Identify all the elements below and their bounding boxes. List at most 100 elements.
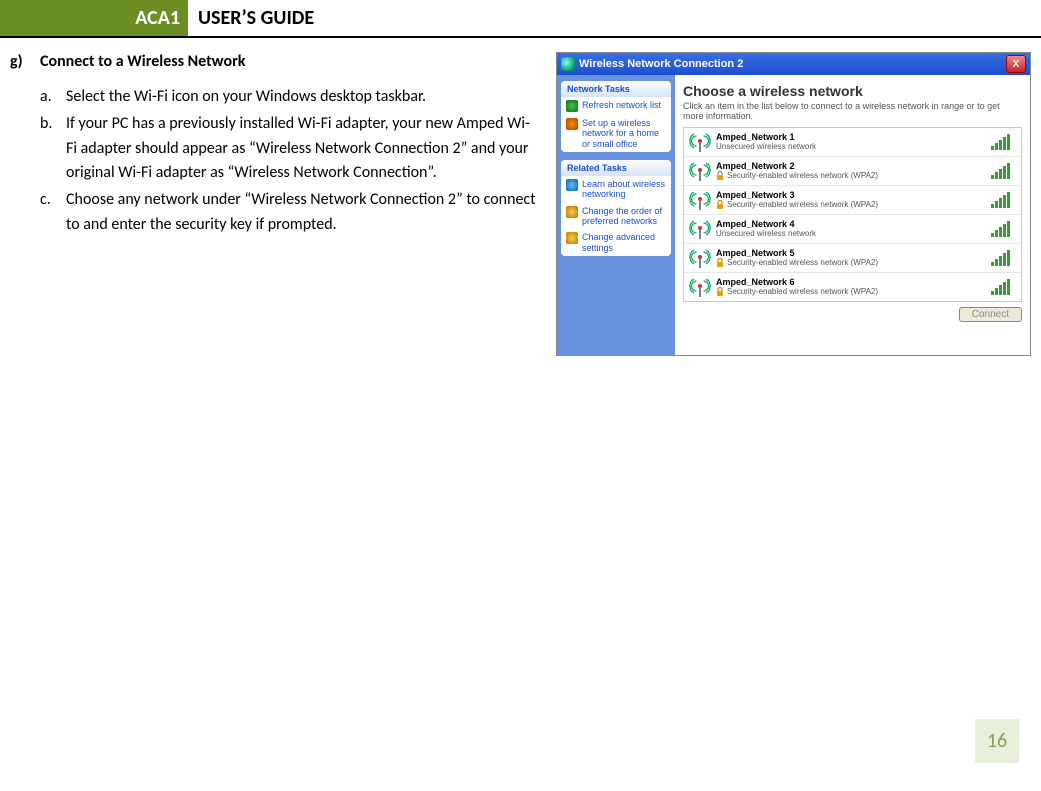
network-list: Amped_Network 1Unsecured wireless networ…: [683, 127, 1022, 302]
network-security: Security-enabled wireless network (WPA2): [716, 200, 987, 209]
connect-button[interactable]: Connect: [959, 307, 1022, 322]
task-refresh-label: Refresh network list: [582, 100, 661, 110]
signal-bars-icon: [991, 221, 1017, 237]
step-text: If your PC has a previously installed Wi…: [66, 112, 536, 186]
lock-icon: [716, 171, 724, 180]
network-security-text: Security-enabled wireless network (WPA2): [727, 287, 878, 296]
close-icon: X: [1013, 59, 1020, 70]
step-item: b.If your PC has a previously installed …: [40, 112, 536, 186]
network-item[interactable]: Amped_Network 2Security-enabled wireless…: [684, 157, 1021, 186]
task-learn-label: Learn about wireless networking: [582, 179, 666, 200]
page-number-value: 16: [987, 729, 1007, 753]
learn-icon: [566, 179, 578, 191]
step-text: Select the Wi-Fi icon on your Windows de…: [66, 85, 536, 110]
step-marker: b.: [40, 112, 66, 186]
lock-icon: [716, 200, 724, 209]
network-security: Unsecured wireless network: [716, 142, 987, 151]
network-name: Amped_Network 1: [716, 133, 987, 143]
step-text: Choose any network under “Wireless Netwo…: [66, 188, 536, 238]
network-tasks-panel: Network Tasks Refresh network list Set u…: [561, 81, 671, 152]
section-title: Connect to a Wireless Network: [40, 52, 245, 71]
network-info: Amped_Network 3Security-enabled wireless…: [716, 191, 987, 210]
lock-icon: [716, 258, 724, 267]
network-info: Amped_Network 6Security-enabled wireless…: [716, 278, 987, 297]
signal-bars-icon: [991, 134, 1017, 150]
page-number: 16: [975, 719, 1019, 763]
network-item[interactable]: Amped_Network 5Security-enabled wireless…: [684, 244, 1021, 273]
network-security: Security-enabled wireless network (WPA2): [716, 171, 987, 180]
network-tasks-header: Network Tasks: [561, 81, 671, 97]
network-item[interactable]: Amped_Network 1Unsecured wireless networ…: [684, 128, 1021, 157]
task-advanced-label: Change advanced settings: [582, 232, 666, 253]
task-setup[interactable]: Set up a wireless network for a home or …: [561, 115, 671, 152]
step-marker: a.: [40, 85, 66, 110]
close-button[interactable]: X: [1006, 55, 1026, 73]
network-name: Amped_Network 6: [716, 278, 987, 288]
network-item[interactable]: Amped_Network 3Security-enabled wireless…: [684, 186, 1021, 215]
network-security-text: Unsecured wireless network: [716, 142, 816, 151]
xp-side-panel: Network Tasks Refresh network list Set u…: [557, 75, 675, 355]
choose-network-subtitle: Click an item in the list below to conne…: [683, 101, 1022, 121]
advanced-icon: [566, 232, 578, 244]
instructions-column: g) Connect to a Wireless Network a.Selec…: [10, 52, 536, 356]
network-security-text: Security-enabled wireless network (WPA2): [727, 171, 878, 180]
doc-header: ACA1 USER’S GUIDE: [0, 0, 1041, 38]
antenna-icon: [688, 160, 712, 182]
antenna-icon: [688, 218, 712, 240]
network-security: Security-enabled wireless network (WPA2): [716, 258, 987, 267]
section-marker: g): [10, 52, 40, 71]
antenna-icon: [688, 131, 712, 153]
task-order[interactable]: Change the order of preferred networks: [561, 203, 671, 230]
choose-network-title: Choose a wireless network: [683, 83, 1022, 99]
related-tasks-panel: Related Tasks Learn about wireless netwo…: [561, 160, 671, 256]
header-title-wrap: USER’S GUIDE: [188, 0, 1041, 36]
network-info: Amped_Network 2Security-enabled wireless…: [716, 162, 987, 181]
network-info: Amped_Network 4Unsecured wireless networ…: [716, 220, 987, 239]
task-setup-label: Set up a wireless network for a home or …: [582, 118, 666, 149]
order-icon: [566, 206, 578, 218]
network-security: Security-enabled wireless network (WPA2): [716, 287, 987, 296]
signal-bars-icon: [991, 279, 1017, 295]
task-order-label: Change the order of preferred networks: [582, 206, 666, 227]
xp-main-pane: Choose a wireless network Click an item …: [675, 75, 1030, 355]
step-item: a.Select the Wi-Fi icon on your Windows …: [40, 85, 536, 110]
xp-window-title: Wireless Network Connection 2: [579, 58, 1006, 70]
network-info: Amped_Network 1Unsecured wireless networ…: [716, 133, 987, 152]
connect-label: Connect: [972, 309, 1009, 320]
network-security-text: Unsecured wireless network: [716, 229, 816, 238]
network-name: Amped_Network 4: [716, 220, 987, 230]
network-security-text: Security-enabled wireless network (WPA2): [727, 200, 878, 209]
header-badge: ACA1: [0, 0, 188, 36]
signal-bars-icon: [991, 250, 1017, 266]
task-learn[interactable]: Learn about wireless networking: [561, 176, 671, 203]
antenna-icon: [688, 189, 712, 211]
antenna-icon: [688, 247, 712, 269]
antenna-icon: [688, 276, 712, 298]
header-product: ACA1: [135, 6, 180, 30]
network-info: Amped_Network 5Security-enabled wireless…: [716, 249, 987, 268]
task-refresh[interactable]: Refresh network list: [561, 97, 671, 115]
signal-bars-icon: [991, 192, 1017, 208]
step-marker: c.: [40, 188, 66, 238]
refresh-icon: [566, 100, 578, 112]
network-name: Amped_Network 2: [716, 162, 987, 172]
network-security: Unsecured wireless network: [716, 229, 987, 238]
network-name: Amped_Network 5: [716, 249, 987, 259]
header-title: USER’S GUIDE: [198, 6, 314, 30]
step-item: c.Choose any network under “Wireless Net…: [40, 188, 536, 238]
related-tasks-header: Related Tasks: [561, 160, 671, 176]
setup-icon: [566, 118, 578, 130]
step-list: a.Select the Wi-Fi icon on your Windows …: [40, 85, 536, 238]
task-advanced[interactable]: Change advanced settings: [561, 229, 671, 256]
network-item[interactable]: Amped_Network 4Unsecured wireless networ…: [684, 215, 1021, 244]
network-security-text: Security-enabled wireless network (WPA2): [727, 258, 878, 267]
network-item[interactable]: Amped_Network 6Security-enabled wireless…: [684, 273, 1021, 301]
screenshot-column: Wireless Network Connection 2 X Network …: [556, 52, 1031, 356]
section-heading: g) Connect to a Wireless Network: [10, 52, 536, 71]
xp-window: Wireless Network Connection 2 X Network …: [557, 53, 1030, 355]
lock-icon: [716, 287, 724, 296]
signal-bars-icon: [991, 163, 1017, 179]
network-name: Amped_Network 3: [716, 191, 987, 201]
xp-titlebar: Wireless Network Connection 2 X: [557, 53, 1030, 75]
wifi-app-icon: [561, 57, 575, 71]
